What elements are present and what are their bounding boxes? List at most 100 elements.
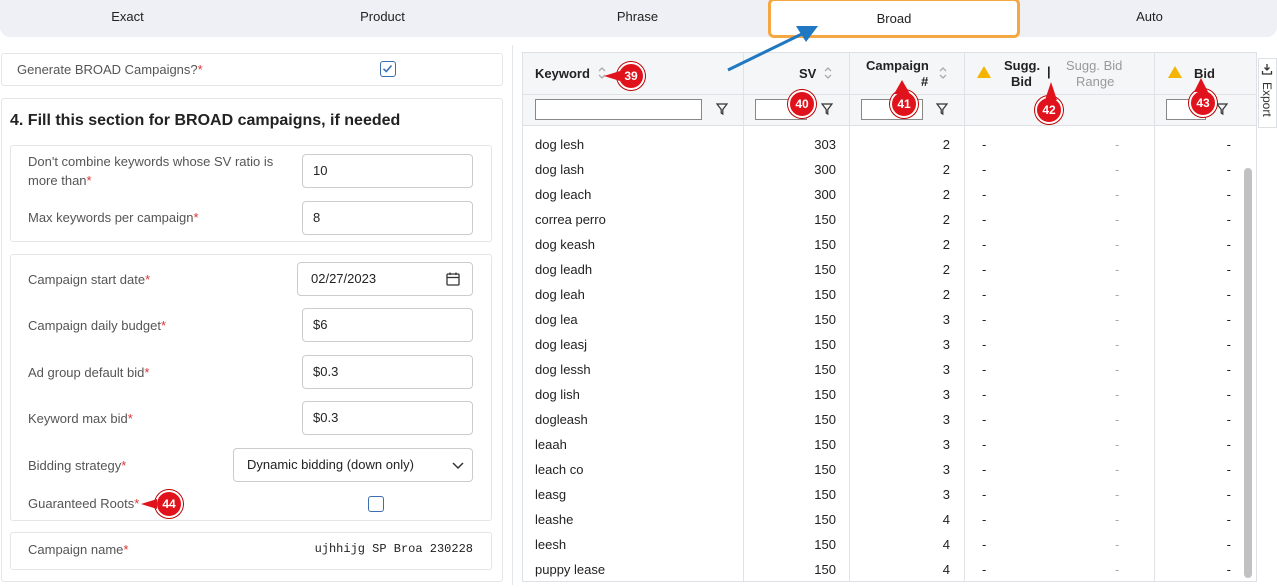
table-row[interactable]: dog leasj 150 3- - -: [523, 332, 1243, 357]
start-date-input[interactable]: 02/27/2023: [297, 262, 473, 296]
table-row[interactable]: leesh 150 4- - -: [523, 532, 1243, 557]
table-row[interactable]: dog leah 150 2- - -: [523, 282, 1243, 307]
start-date-value: 02/27/2023: [311, 271, 377, 286]
cell-bid[interactable]: -: [1123, 537, 1231, 552]
export-icon[interactable]: [1261, 63, 1273, 75]
cell-bid[interactable]: -: [1123, 287, 1231, 302]
table-row[interactable]: dog lesh 303 2- - -: [523, 132, 1243, 157]
cell-sugg-range: -: [1115, 212, 1120, 227]
bidding-strategy-select[interactable]: Dynamic bidding (down only): [233, 448, 473, 482]
tab-product[interactable]: Product: [255, 0, 510, 37]
cell-sugg-range: -: [1115, 362, 1120, 377]
start-date-label: Campaign start date*: [28, 272, 151, 287]
cell-bid[interactable]: -: [1123, 512, 1231, 527]
callout-badge: 40: [788, 90, 816, 118]
tab-exact[interactable]: Exact: [0, 0, 255, 37]
table-row[interactable]: dog keash 150 2- - -: [523, 232, 1243, 257]
header-campaign[interactable]: Campaign: [866, 58, 929, 73]
cell-bid[interactable]: -: [1123, 437, 1231, 452]
header-sugg-range[interactable]: Sugg. Bid: [1066, 58, 1122, 73]
table-row[interactable]: dog leadh 150 2- - -: [523, 257, 1243, 282]
cell-sv: 303: [814, 137, 836, 152]
export-label[interactable]: Export: [1260, 82, 1274, 117]
cell-sv: 150: [814, 312, 836, 327]
table-row[interactable]: leach co 150 3- - -: [523, 457, 1243, 482]
cell-keyword: correa perro: [535, 212, 606, 227]
cell-campaign: 2: [942, 137, 950, 152]
table-row[interactable]: dogleash 150 3- - -: [523, 407, 1243, 432]
cell-bid[interactable]: -: [1123, 212, 1231, 227]
keyword-filter-input[interactable]: [535, 99, 702, 120]
adgroup-bid-input[interactable]: $0.3: [302, 355, 473, 389]
sv-ratio-input[interactable]: 10: [302, 154, 473, 188]
app-root: { "tabs": [ {"label": "Exact"}, {"label"…: [0, 0, 1277, 588]
grid-scrollbar-thumb[interactable]: [1244, 168, 1252, 578]
calendar-icon[interactable]: [446, 272, 460, 286]
cell-campaign: 4: [942, 562, 950, 577]
cell-sugg-range: -: [1115, 462, 1120, 477]
cell-bid[interactable]: -: [1123, 137, 1231, 152]
cell-campaign: 3: [942, 362, 950, 377]
cell-sugg-range: -: [1115, 512, 1120, 527]
cell-sv: 150: [814, 487, 836, 502]
cell-keyword: dogleash: [535, 412, 588, 427]
table-row[interactable]: dog lea 150 3- - -: [523, 307, 1243, 332]
filter-icon[interactable]: [1216, 102, 1228, 116]
cell-campaign: 3: [942, 387, 950, 402]
keyword-grid: dog lesh 303 2- - - dog lash 300 2- - - dog leach 3…: [522, 52, 1257, 582]
max-keywords-input[interactable]: 8: [302, 201, 473, 235]
cell-bid[interactable]: -: [1123, 462, 1231, 477]
header-separator: |: [1047, 64, 1051, 79]
cell-bid[interactable]: -: [1123, 412, 1231, 427]
cell-bid[interactable]: -: [1123, 362, 1231, 377]
table-row[interactable]: leaah 150 3- - -: [523, 432, 1243, 457]
table-row[interactable]: leashe 150 4- - -: [523, 507, 1243, 532]
cell-sugg-bid: -: [982, 462, 987, 477]
cell-bid[interactable]: -: [1123, 262, 1231, 277]
tab-auto[interactable]: Auto: [1022, 0, 1277, 37]
table-row[interactable]: leasg 150 3- - -: [523, 482, 1243, 507]
filter-icon[interactable]: [821, 102, 833, 116]
cell-keyword: leesh: [535, 537, 567, 552]
table-row[interactable]: puppy lease 150 4- - -: [523, 557, 1243, 581]
table-row[interactable]: correa perro 150 2- - -: [523, 207, 1243, 232]
cell-sugg-bid: -: [982, 262, 987, 277]
cell-bid[interactable]: -: [1123, 162, 1231, 177]
cell-keyword: leaah: [535, 437, 567, 452]
cell-keyword: dog lea: [535, 312, 578, 327]
filter-icon[interactable]: [716, 102, 728, 116]
cell-sv: 150: [814, 287, 836, 302]
cell-campaign: 2: [942, 212, 950, 227]
header-sugg-bid[interactable]: Sugg.: [1004, 58, 1040, 73]
callout-badge: 43: [1189, 89, 1217, 117]
generate-checkbox[interactable]: [380, 61, 396, 77]
cell-sugg-bid: -: [982, 387, 987, 402]
cell-bid[interactable]: -: [1123, 487, 1231, 502]
cell-bid[interactable]: -: [1123, 387, 1231, 402]
sort-icon[interactable]: [938, 66, 948, 81]
cell-sugg-bid: -: [982, 237, 987, 252]
campaign-name-label: Campaign name*: [28, 542, 129, 557]
keyword-max-bid-input[interactable]: $0.3: [302, 401, 473, 435]
cell-bid[interactable]: -: [1123, 562, 1231, 577]
cell-bid[interactable]: -: [1123, 237, 1231, 252]
table-row[interactable]: dog leach 300 2- - -: [523, 182, 1243, 207]
table-row[interactable]: dog lash 300 2- - -: [523, 157, 1243, 182]
cell-sugg-range: -: [1115, 162, 1120, 177]
cell-bid[interactable]: -: [1123, 187, 1231, 202]
cell-sv: 150: [814, 362, 836, 377]
cell-sugg-bid: -: [982, 437, 987, 452]
cell-bid[interactable]: -: [1123, 312, 1231, 327]
callout-badge: 39: [617, 62, 645, 90]
daily-budget-input[interactable]: $6: [302, 308, 473, 342]
warning-icon: [977, 66, 991, 78]
guaranteed-roots-checkbox[interactable]: [368, 496, 384, 512]
table-row[interactable]: dog lish 150 3- - -: [523, 382, 1243, 407]
header-sugg-range-line2: Range: [1076, 74, 1115, 89]
callout-pointer-icon: [894, 80, 910, 94]
header-keyword[interactable]: Keyword: [535, 66, 590, 81]
filter-icon[interactable]: [936, 102, 948, 116]
table-row[interactable]: dog lessh 150 3- - -: [523, 357, 1243, 382]
cell-bid[interactable]: -: [1123, 337, 1231, 352]
cell-sv: 150: [814, 512, 836, 527]
